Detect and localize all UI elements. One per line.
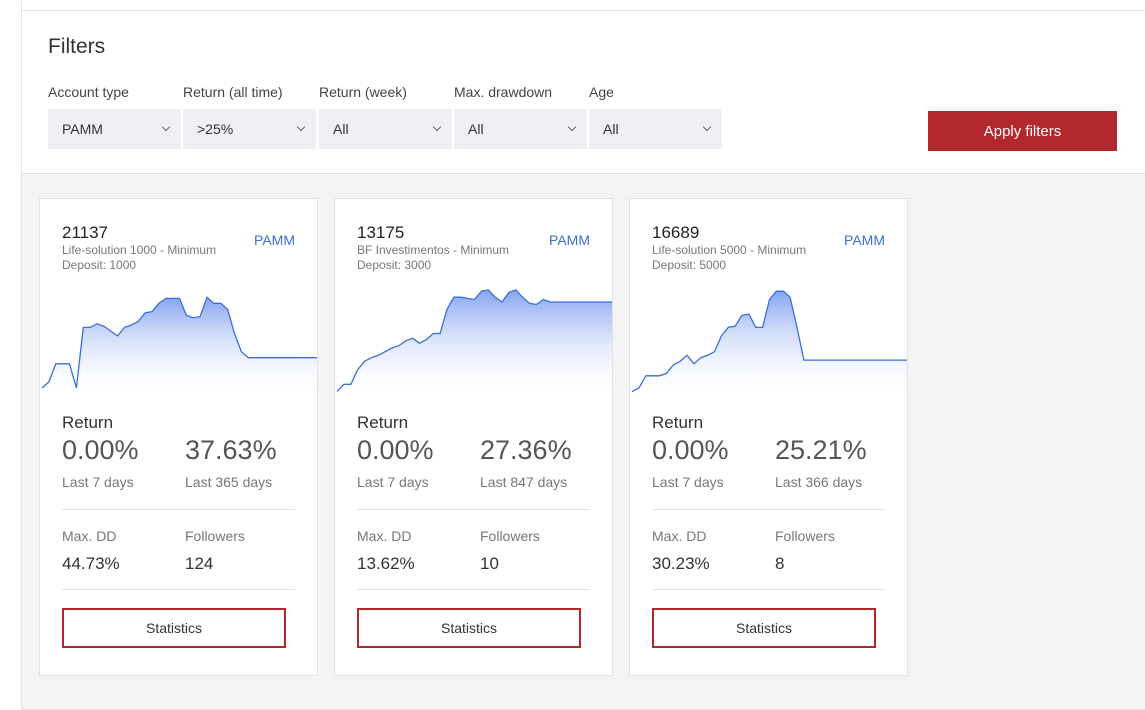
return-total-value: 37.63% xyxy=(185,435,277,465)
select-value: PAMM xyxy=(62,121,103,137)
followers-value: 8 xyxy=(775,554,785,573)
filter-label: Max. drawdown xyxy=(454,84,553,100)
return-sparkline xyxy=(337,289,612,394)
return-week-value: 0.00% xyxy=(357,435,434,465)
chevron-down-icon xyxy=(432,122,442,132)
account-card: 16689 Life-solution 5000 - Minimum Depos… xyxy=(629,198,908,676)
filters-title: Filters xyxy=(48,35,106,58)
max-dd-value: 30.23% xyxy=(652,554,710,573)
statistics-button[interactable]: Statistics xyxy=(357,608,581,648)
return-total-value: 25.21% xyxy=(775,435,867,465)
followers-label: Followers xyxy=(185,528,245,544)
return-total-value: 27.36% xyxy=(480,435,572,465)
divider xyxy=(652,509,885,510)
max-dd-label: Max. DD xyxy=(357,528,412,544)
return-week-value: 0.00% xyxy=(652,435,729,465)
filter-age: Age All xyxy=(589,83,722,149)
account-type-badge: PAMM xyxy=(549,232,590,248)
divider xyxy=(62,589,295,590)
divider xyxy=(652,589,885,590)
select-value: >25% xyxy=(197,121,234,137)
select-value: All xyxy=(603,121,619,137)
account-card: 21137 Life-solution 1000 - Minimum Depos… xyxy=(39,198,318,676)
return-week-label: Last 7 days xyxy=(62,474,134,490)
filter-return-week: Return (week) All xyxy=(319,83,452,149)
filter-label: Return (week) xyxy=(319,84,407,100)
divider xyxy=(357,509,590,510)
followers-value: 10 xyxy=(480,554,499,573)
account-type-select[interactable]: PAMM xyxy=(48,109,181,149)
select-value: All xyxy=(468,121,484,137)
max-dd-label: Max. DD xyxy=(652,528,707,544)
return-week-label: Last 7 days xyxy=(652,474,724,490)
return-total-label: Last 365 days xyxy=(185,474,273,490)
return-week-label: Last 7 days xyxy=(357,474,429,490)
chevron-down-icon xyxy=(296,122,306,132)
filter-return-all-time: Return (all time) >25% xyxy=(183,83,316,149)
max-drawdown-select[interactable]: All xyxy=(454,109,587,149)
filter-label: Return (all time) xyxy=(183,84,283,100)
top-strip xyxy=(22,0,1145,11)
filter-label: Age xyxy=(589,84,614,100)
return-title: Return xyxy=(652,413,704,432)
return-sparkline xyxy=(632,290,907,394)
return-week-value: 0.00% xyxy=(62,435,139,465)
return-sparkline xyxy=(42,296,317,394)
followers-label: Followers xyxy=(775,528,835,544)
statistics-button[interactable]: Statistics xyxy=(652,608,876,648)
filter-max-drawdown: Max. drawdown All xyxy=(454,83,587,149)
age-select[interactable]: All xyxy=(589,109,722,149)
return-total-label: Last 847 days xyxy=(480,474,568,490)
accounts-grid: 21137 Life-solution 1000 - Minimum Depos… xyxy=(22,174,1145,710)
account-card: 13175 BF Investimentos - Minimum Deposit… xyxy=(334,198,613,676)
apply-filters-button[interactable]: Apply filters xyxy=(928,111,1117,151)
return-title: Return xyxy=(62,413,114,432)
sparkline-area xyxy=(632,291,907,394)
return-total-label: Last 366 days xyxy=(775,474,863,490)
max-dd-value: 13.62% xyxy=(357,554,415,573)
filter-account-type: Account type PAMM xyxy=(48,83,181,149)
account-type-badge: PAMM xyxy=(844,232,885,248)
chevron-down-icon xyxy=(161,122,171,132)
account-type-badge: PAMM xyxy=(254,232,295,248)
divider xyxy=(62,509,295,510)
max-dd-value: 44.73% xyxy=(62,554,120,573)
sparkline-area xyxy=(42,297,317,394)
account-id: 16689 xyxy=(652,223,700,242)
followers-value: 124 xyxy=(185,554,214,573)
statistics-button[interactable]: Statistics xyxy=(62,608,286,648)
select-value: All xyxy=(333,121,349,137)
divider xyxy=(357,589,590,590)
account-id: 21137 xyxy=(62,223,109,242)
followers-label: Followers xyxy=(480,528,540,544)
account-id: 13175 xyxy=(357,223,405,242)
main-frame: Filters Account type PAMM Return (all ti… xyxy=(21,0,1145,710)
return-week-select[interactable]: All xyxy=(319,109,452,149)
chevron-down-icon xyxy=(702,122,712,132)
max-dd-label: Max. DD xyxy=(62,528,117,544)
sparkline-area xyxy=(337,289,612,394)
chevron-down-icon xyxy=(567,122,577,132)
filters-panel: Filters Account type PAMM Return (all ti… xyxy=(22,11,1145,174)
return-title: Return xyxy=(357,413,409,432)
return-all-time-select[interactable]: >25% xyxy=(183,109,316,149)
filter-label: Account type xyxy=(48,84,129,100)
